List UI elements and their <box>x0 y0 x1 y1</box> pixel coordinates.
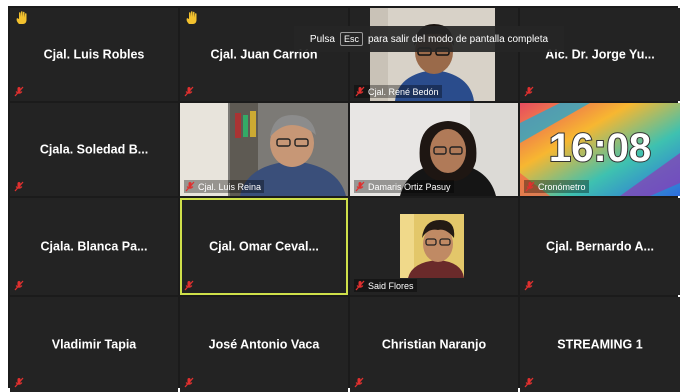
muted-mic-icon <box>14 181 24 192</box>
raised-hand-icon <box>186 11 198 30</box>
notice-prefix: Pulsa <box>309 33 335 45</box>
participant-label: Cjal. Luis Reina <box>184 180 265 193</box>
participant-tile[interactable]: Vladimir Tapia <box>10 297 178 392</box>
muted-mic-icon <box>524 86 534 97</box>
muted-mic-icon <box>14 280 24 291</box>
participant-tile[interactable]: Cjal. Juan Carrión <box>180 8 348 101</box>
active-speaker-tile[interactable]: Cjal. Omar Ceval... <box>180 198 348 295</box>
meeting-window: Cjal. Luis Robles Cjal. Juan Carrión Cja… <box>8 6 680 392</box>
participant-name: Cjala. Blanca Pa... <box>40 238 148 253</box>
participant-tile[interactable]: José Antonio Vaca <box>180 297 348 392</box>
esc-key-hint: Esc <box>339 32 363 46</box>
muted-mic-icon <box>525 181 535 192</box>
participant-name: Cjal. Luis Reina <box>198 181 262 192</box>
muted-mic-icon <box>355 181 365 192</box>
participant-video-tile[interactable]: Cjal. Luis Reina <box>180 103 348 196</box>
participant-name: Vladimir Tapia <box>51 336 137 351</box>
participant-name: Cjal. Luis Robles <box>43 46 145 61</box>
participant-name: Cjal. Bernardo A... <box>546 238 654 253</box>
participant-name: José Antonio Vaca <box>208 336 320 351</box>
participant-name: Cjala. Soledad B... <box>39 141 149 156</box>
participant-label: Said Flores <box>354 279 417 292</box>
muted-mic-icon <box>355 280 365 291</box>
fullscreen-exit-notice: Pulsa Esc para salir del modo de pantall… <box>294 26 564 52</box>
participant-name: Christian Naranjo <box>381 336 487 351</box>
muted-mic-icon <box>14 86 24 97</box>
participant-tile[interactable]: Alc. Dr. Jorge Yu... <box>520 8 680 101</box>
muted-mic-icon <box>355 86 365 97</box>
participant-label: Damaris Ortiz Pasuy <box>354 180 454 193</box>
participant-tile[interactable]: Cjal. Luis Robles <box>10 8 178 101</box>
participant-video-tile[interactable]: Cjal. René Bedón <box>350 8 518 101</box>
muted-mic-icon <box>184 280 194 291</box>
participant-tile[interactable]: STREAMING 1 <box>520 297 680 392</box>
participant-name: Said Flores <box>368 280 414 291</box>
participant-tile[interactable]: Christian Naranjo <box>350 297 518 392</box>
participant-video-tile[interactable]: Said Flores <box>350 198 518 295</box>
timer-text: 16:08 <box>549 126 651 170</box>
participant-name: Cjal. Omar Ceval... <box>209 238 319 253</box>
participant-video-tile[interactable]: 16:08 Cronómetro <box>520 103 680 196</box>
participant-label: Cronómetro <box>524 180 589 193</box>
muted-mic-icon <box>354 377 364 388</box>
participant-label: Cjal. René Bedón <box>354 85 442 98</box>
participant-video-tile[interactable]: Damaris Ortiz Pasuy <box>350 103 518 196</box>
muted-mic-icon <box>524 280 534 291</box>
participant-name: STREAMING 1 <box>557 336 643 351</box>
muted-mic-icon <box>184 86 194 97</box>
raised-hand-icon <box>16 11 28 30</box>
participant-name: Cjal. René Bedón <box>368 86 439 97</box>
participant-name: Cronómetro <box>538 181 586 192</box>
participant-name: Damaris Ortiz Pasuy <box>368 181 451 192</box>
gallery-grid: Cjal. Luis Robles Cjal. Juan Carrión Cja… <box>10 8 680 392</box>
muted-mic-icon <box>185 181 195 192</box>
notice-suffix: para salir del modo de pantalla completa <box>367 33 549 45</box>
participant-tile[interactable]: Cjal. Bernardo A... <box>520 198 680 295</box>
participant-tile[interactable]: Cjala. Soledad B... <box>10 103 178 196</box>
muted-mic-icon <box>184 377 194 388</box>
muted-mic-icon <box>14 377 24 388</box>
participant-tile[interactable]: Cjala. Blanca Pa... <box>10 198 178 295</box>
muted-mic-icon <box>524 377 534 388</box>
